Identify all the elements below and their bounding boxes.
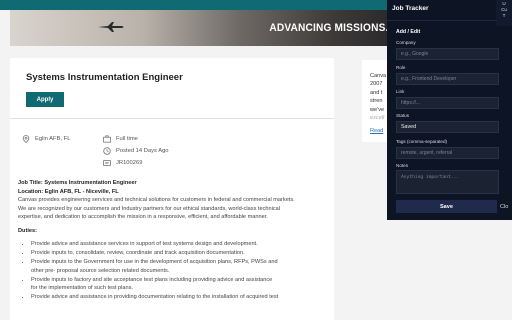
tags-label: Tags (comma-separated) [396,139,448,144]
link-label: Link [396,89,405,94]
duties-list: Provide advice and assistance services i… [18,240,330,302]
description-paragraph: expertise, and dedication to accomplish … [18,214,268,220]
divider [10,118,334,119]
description-job-title: Job Title: Systems Instrumentation Engin… [18,180,137,186]
save-button[interactable]: Save [396,200,497,213]
duty-item: Provide advice and assistance in providi… [31,293,330,302]
location-pin-icon [22,135,30,143]
notes-label: Notes [396,163,409,168]
description-location: Location: Eglin AFB, FL - Niceville, FL [18,188,119,195]
requisition-id: JR100269 [116,160,143,166]
tracker-corner-button[interactable]: U Cu T [496,0,512,26]
job-title: Systems Instrumentation Engineer [26,72,183,83]
schedule-text: Full time [116,136,138,142]
status-select[interactable]: Saved [396,121,499,133]
company-input[interactable]: e.g., Google [396,48,499,60]
location-meta: Eglin AFB, FL [22,135,70,143]
add-edit-heading: Add / Edit [396,29,421,35]
duty-item: Provide inputs to, consolidate, review, … [31,249,330,258]
duties-heading: Duties: [18,227,37,234]
requisition-meta: JR100269 [103,159,142,167]
duty-item: Provide inputs to factory and site accep… [31,276,330,293]
id-card-icon [103,160,111,166]
tracker-title: Job Tracker [392,5,429,12]
job-detail-card: Systems Instrumentation Engineer Apply E… [10,58,334,320]
clock-icon [103,147,111,155]
posted-meta: Posted 14 Days Ago [103,147,169,155]
tags-input[interactable]: remote, urgent, referral [396,147,499,159]
role-input[interactable]: e.g., Frontend Developer [396,73,499,85]
duty-item: Provide inputs to the Government for use… [31,258,330,275]
location-text: Eglin AFB, FL [35,136,71,142]
role-label: Role [396,65,406,70]
briefcase-icon [103,135,111,143]
close-button[interactable]: Clo [500,200,512,213]
link-input[interactable]: https://... [396,97,499,109]
duty-item: Provide advice and assistance services i… [31,240,330,249]
jet-icon [98,22,124,32]
notes-textarea[interactable]: Anything important... [396,170,499,194]
apply-button[interactable]: Apply [26,92,64,107]
description-paragraph: We are recognized by our customers and I… [18,205,280,212]
status-label: Status [396,113,410,118]
company-label: Company [396,40,416,45]
banner-text: ADVANCING MISSIONS. [268,22,388,34]
job-description: Job Title: Systems Instrumentation Engin… [18,179,330,302]
hero-banner: ADVANCING MISSIONS. [10,10,390,46]
schedule-meta: Full time [103,135,138,143]
tracker-header-divider [387,20,497,21]
posted-text: Posted 14 Days Ago [116,148,169,154]
description-paragraph: Canvas provides engineering services and… [18,197,295,203]
job-tracker-panel: Job Tracker U Cu T Add / Edit Company e.… [387,0,512,220]
